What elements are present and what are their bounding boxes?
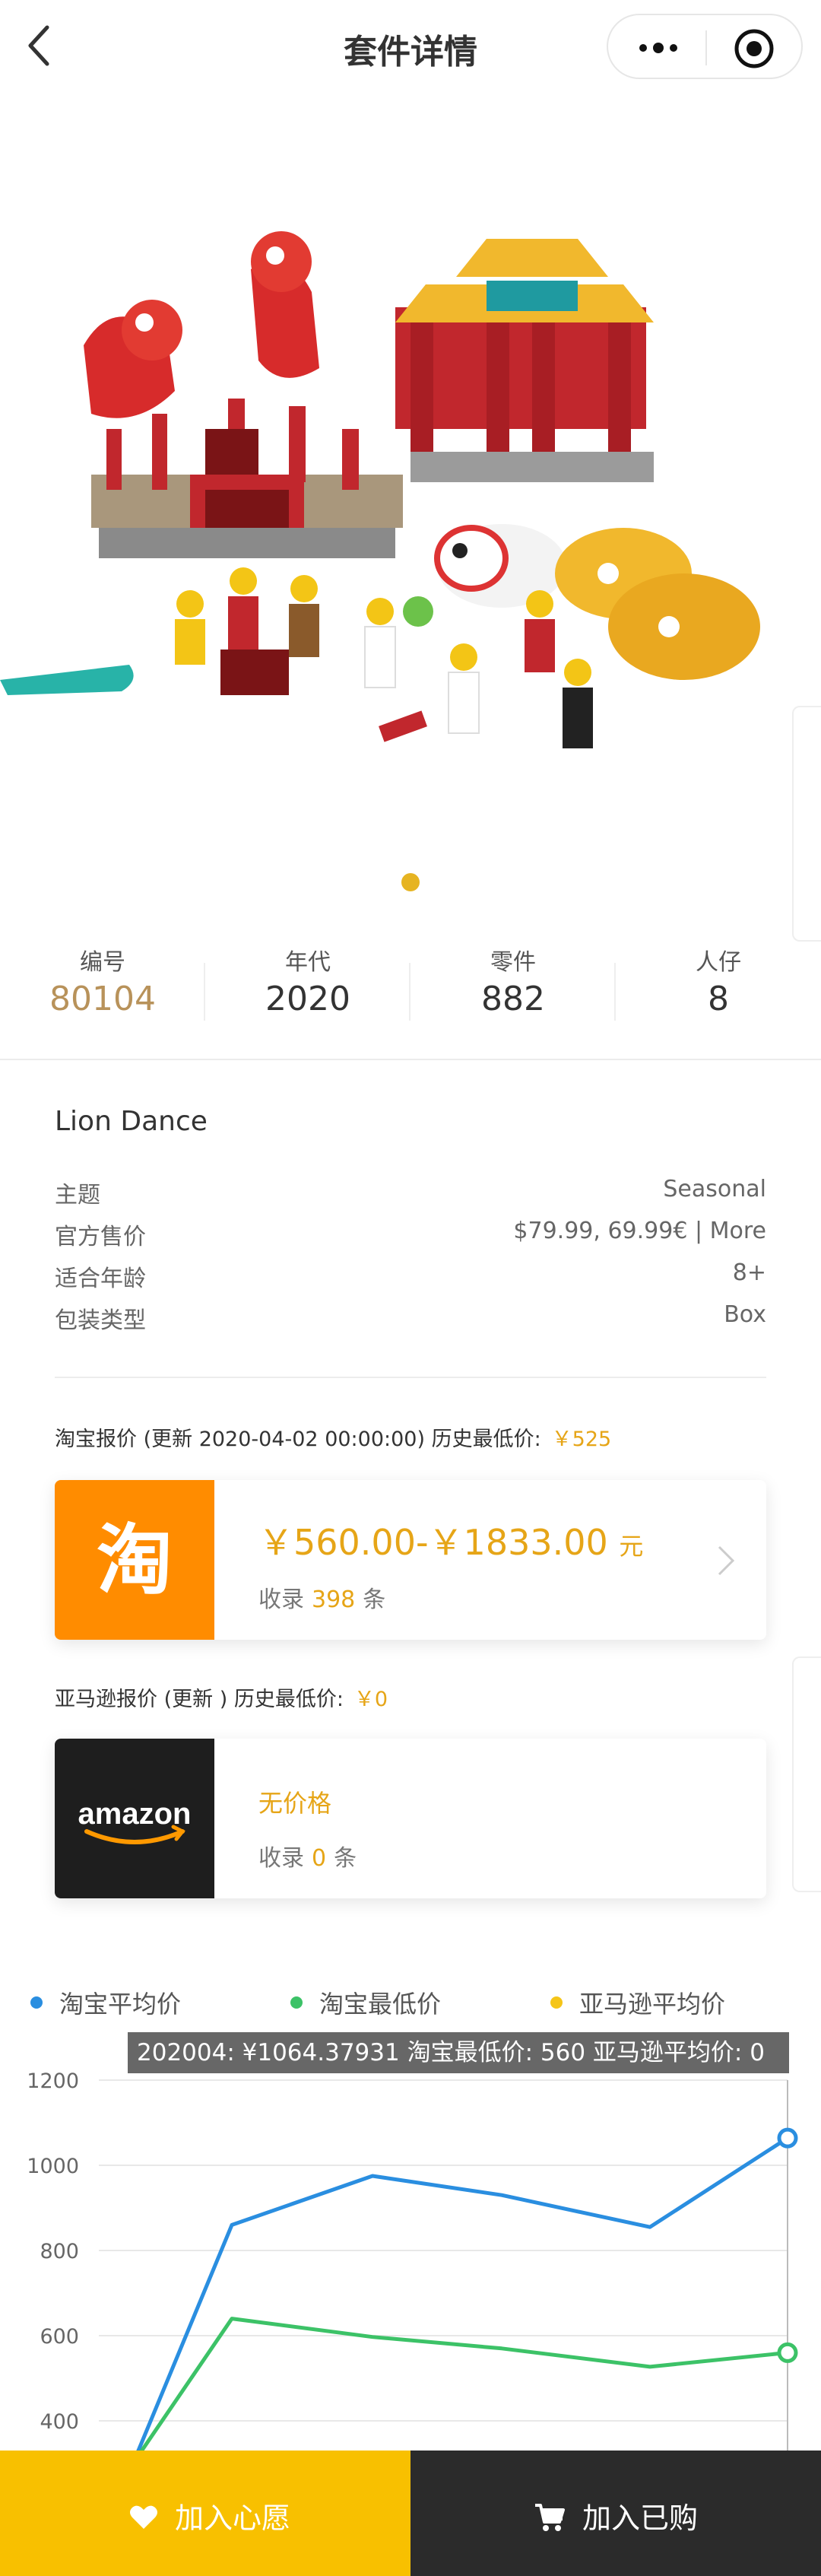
add-to-purchased-button[interactable]: 加入已购 bbox=[410, 2451, 821, 2576]
y-tick-label: 800 bbox=[40, 2240, 79, 2263]
shopping-cart-icon bbox=[535, 2503, 565, 2531]
series-line-1 bbox=[131, 2317, 788, 2464]
legend-item-taobao-avg[interactable]: 淘宝平均价 bbox=[30, 1985, 181, 2020]
taobao-header-text: 淘宝报价 (更新 2020-04-02 00:00:00) 历史最低价: bbox=[55, 1428, 541, 1451]
amazon-header-text: 亚马逊报价 (更新 ) 历史最低价: bbox=[55, 1688, 344, 1711]
close-target-icon[interactable] bbox=[733, 27, 775, 70]
count-value: 0 bbox=[312, 1845, 327, 1872]
series-point-0 bbox=[777, 2127, 798, 2149]
mini-program-capsule bbox=[607, 14, 803, 79]
info-row-age: 适合年龄 8+ bbox=[55, 1259, 766, 1298]
amazon-price-card[interactable]: amazon 无价格 收录 0 条 bbox=[55, 1739, 766, 1898]
info-value: Box bbox=[724, 1301, 766, 1328]
count-suffix: 条 bbox=[334, 1845, 357, 1872]
side-scroll-tab bbox=[792, 706, 821, 942]
info-row-packaging: 包装类型 Box bbox=[55, 1301, 766, 1339]
taobao-logo-icon: 淘 bbox=[55, 1480, 214, 1640]
stat-label: 人仔 bbox=[696, 949, 741, 976]
legend-swatch bbox=[550, 1996, 563, 2009]
price-range-text: ￥560.00-￥1833.00 bbox=[258, 1522, 608, 1563]
info-value: 8+ bbox=[732, 1259, 766, 1286]
stat-label: 零件 bbox=[490, 949, 536, 976]
bought-button-content: 加入已购 bbox=[534, 2495, 698, 2536]
stat-year: 年代 2020 bbox=[205, 932, 410, 1047]
section-divider bbox=[55, 1377, 766, 1378]
wish-button-content: 加入心愿 bbox=[129, 2495, 290, 2536]
chart-tooltip: 202004: ¥1064.37931 淘宝最低价: 560 亚马逊平均价: 0 bbox=[128, 2032, 789, 2073]
taobao-price-header: 淘宝报价 (更新 2020-04-02 00:00:00) 历史最低价: ￥525 bbox=[55, 1422, 611, 1452]
legend-swatch bbox=[30, 1996, 43, 2009]
amazon-record-count: 收录 0 条 bbox=[258, 1839, 357, 1872]
info-row-theme: 主题 Seasonal bbox=[55, 1176, 766, 1214]
count-prefix: 收录 bbox=[258, 1587, 304, 1613]
heart-icon bbox=[130, 2505, 157, 2529]
y-tick-label: 600 bbox=[40, 2325, 79, 2349]
product-image-carousel[interactable] bbox=[0, 94, 821, 916]
carousel-indicator-dot[interactable] bbox=[401, 873, 420, 891]
legend-label: 亚马逊平均价 bbox=[579, 1990, 726, 2019]
bought-button-label: 加入已购 bbox=[582, 2501, 699, 2535]
series-point-1 bbox=[777, 2342, 798, 2363]
count-value: 398 bbox=[312, 1587, 356, 1613]
taobao-price-card[interactable]: 淘 ￥560.00-￥1833.00 元 收录 398 条 bbox=[55, 1480, 766, 1640]
side-scroll-tab bbox=[792, 1656, 821, 1892]
legend-label: 淘宝平均价 bbox=[59, 1990, 182, 2019]
stat-label: 年代 bbox=[285, 949, 331, 976]
info-row-official-price[interactable]: 官方售价 $79.99, 69.99€ | More bbox=[55, 1218, 766, 1256]
stat-value: 80104 bbox=[49, 980, 156, 1018]
navigation-bar: 套件详情 bbox=[0, 0, 821, 94]
y-tick-label: 400 bbox=[40, 2410, 79, 2434]
info-value: Seasonal bbox=[663, 1176, 766, 1202]
lego-lion-dance-set-image bbox=[0, 231, 760, 748]
info-key: 包装类型 bbox=[55, 1307, 146, 1334]
taobao-logo-char: 淘 bbox=[97, 1516, 173, 1605]
taobao-lowest-price: ￥525 bbox=[551, 1428, 612, 1451]
stat-minifigs: 人仔 8 bbox=[616, 932, 821, 1047]
stat-value: 882 bbox=[481, 980, 545, 1018]
more-dots-icon[interactable] bbox=[636, 33, 681, 62]
y-tick-label: 1000 bbox=[27, 2155, 79, 2178]
set-stats-row: 编号 80104 年代 2020 零件 882 人仔 8 bbox=[0, 932, 821, 1047]
stat-pieces: 零件 882 bbox=[410, 932, 616, 1047]
legend-swatch bbox=[290, 1996, 303, 2009]
stat-number: 编号 80104 bbox=[0, 932, 205, 1047]
amazon-logo-icon: amazon bbox=[55, 1739, 214, 1898]
count-suffix: 条 bbox=[363, 1587, 386, 1613]
stat-value: 8 bbox=[708, 980, 729, 1018]
price-unit: 元 bbox=[619, 1532, 644, 1561]
add-to-wishlist-button[interactable]: 加入心愿 bbox=[0, 2451, 410, 2576]
set-name: Lion Dance bbox=[55, 1106, 208, 1137]
info-key: 适合年龄 bbox=[55, 1266, 146, 1292]
stat-value: 2020 bbox=[265, 980, 350, 1018]
taobao-price-range: ￥560.00-￥1833.00 元 bbox=[258, 1515, 643, 1565]
price-history-chart[interactable]: 1200 1000 800 600 400 bbox=[0, 2038, 821, 2464]
legend-label: 淘宝最低价 bbox=[319, 1990, 442, 2019]
series-line-0 bbox=[131, 2136, 789, 2464]
section-divider bbox=[0, 1059, 821, 1060]
info-key: 官方售价 bbox=[55, 1224, 146, 1250]
capsule-divider bbox=[705, 30, 707, 65]
amazon-no-price: 无价格 bbox=[258, 1789, 332, 1818]
info-value[interactable]: $79.99, 69.99€ | More bbox=[513, 1218, 766, 1244]
taobao-record-count: 收录 398 条 bbox=[258, 1580, 385, 1614]
count-prefix: 收录 bbox=[258, 1845, 304, 1872]
bottom-action-bar: 加入心愿 加入已购 bbox=[0, 2451, 821, 2576]
stat-label: 编号 bbox=[80, 949, 125, 976]
wish-button-label: 加入心愿 bbox=[175, 2501, 291, 2535]
amazon-price-header: 亚马逊报价 (更新 ) 历史最低价: ￥0 bbox=[55, 1682, 388, 1712]
info-key: 主题 bbox=[55, 1182, 100, 1209]
legend-item-taobao-min[interactable]: 淘宝最低价 bbox=[290, 1985, 441, 2020]
chevron-right-icon bbox=[718, 1545, 735, 1576]
legend-item-amazon-avg[interactable]: 亚马逊平均价 bbox=[550, 1985, 725, 2020]
y-tick-label: 1200 bbox=[27, 2069, 79, 2093]
amazon-lowest-price: ￥0 bbox=[353, 1688, 388, 1711]
